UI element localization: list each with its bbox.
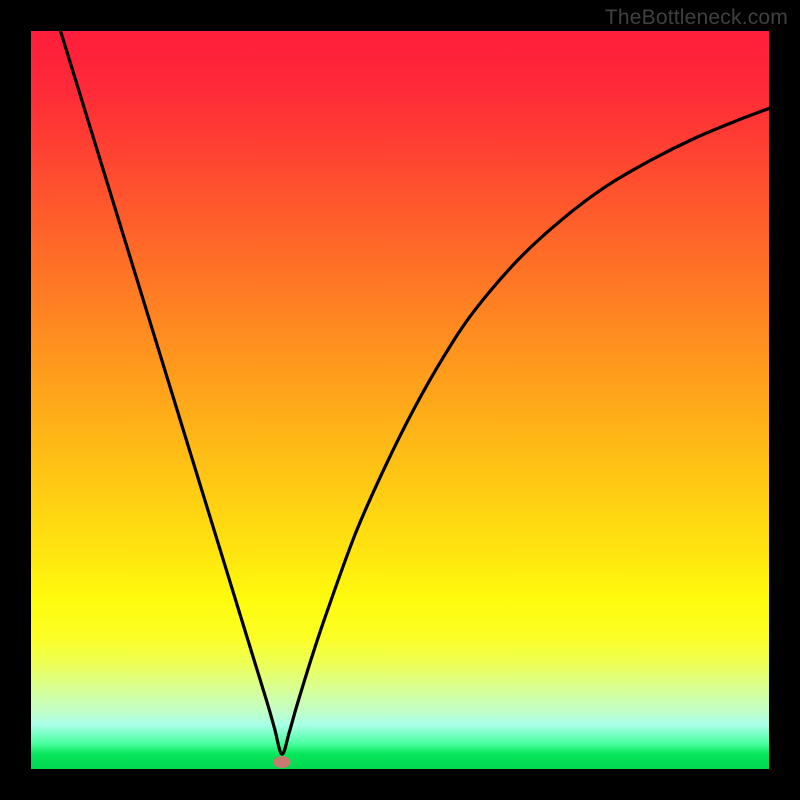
watermark-text: TheBottleneck.com (605, 6, 788, 30)
optimum-marker (273, 756, 290, 768)
chart-frame: TheBottleneck.com (0, 0, 800, 800)
curve-layer (31, 31, 769, 769)
plot-area (31, 31, 769, 769)
bottleneck-curve (61, 31, 769, 754)
